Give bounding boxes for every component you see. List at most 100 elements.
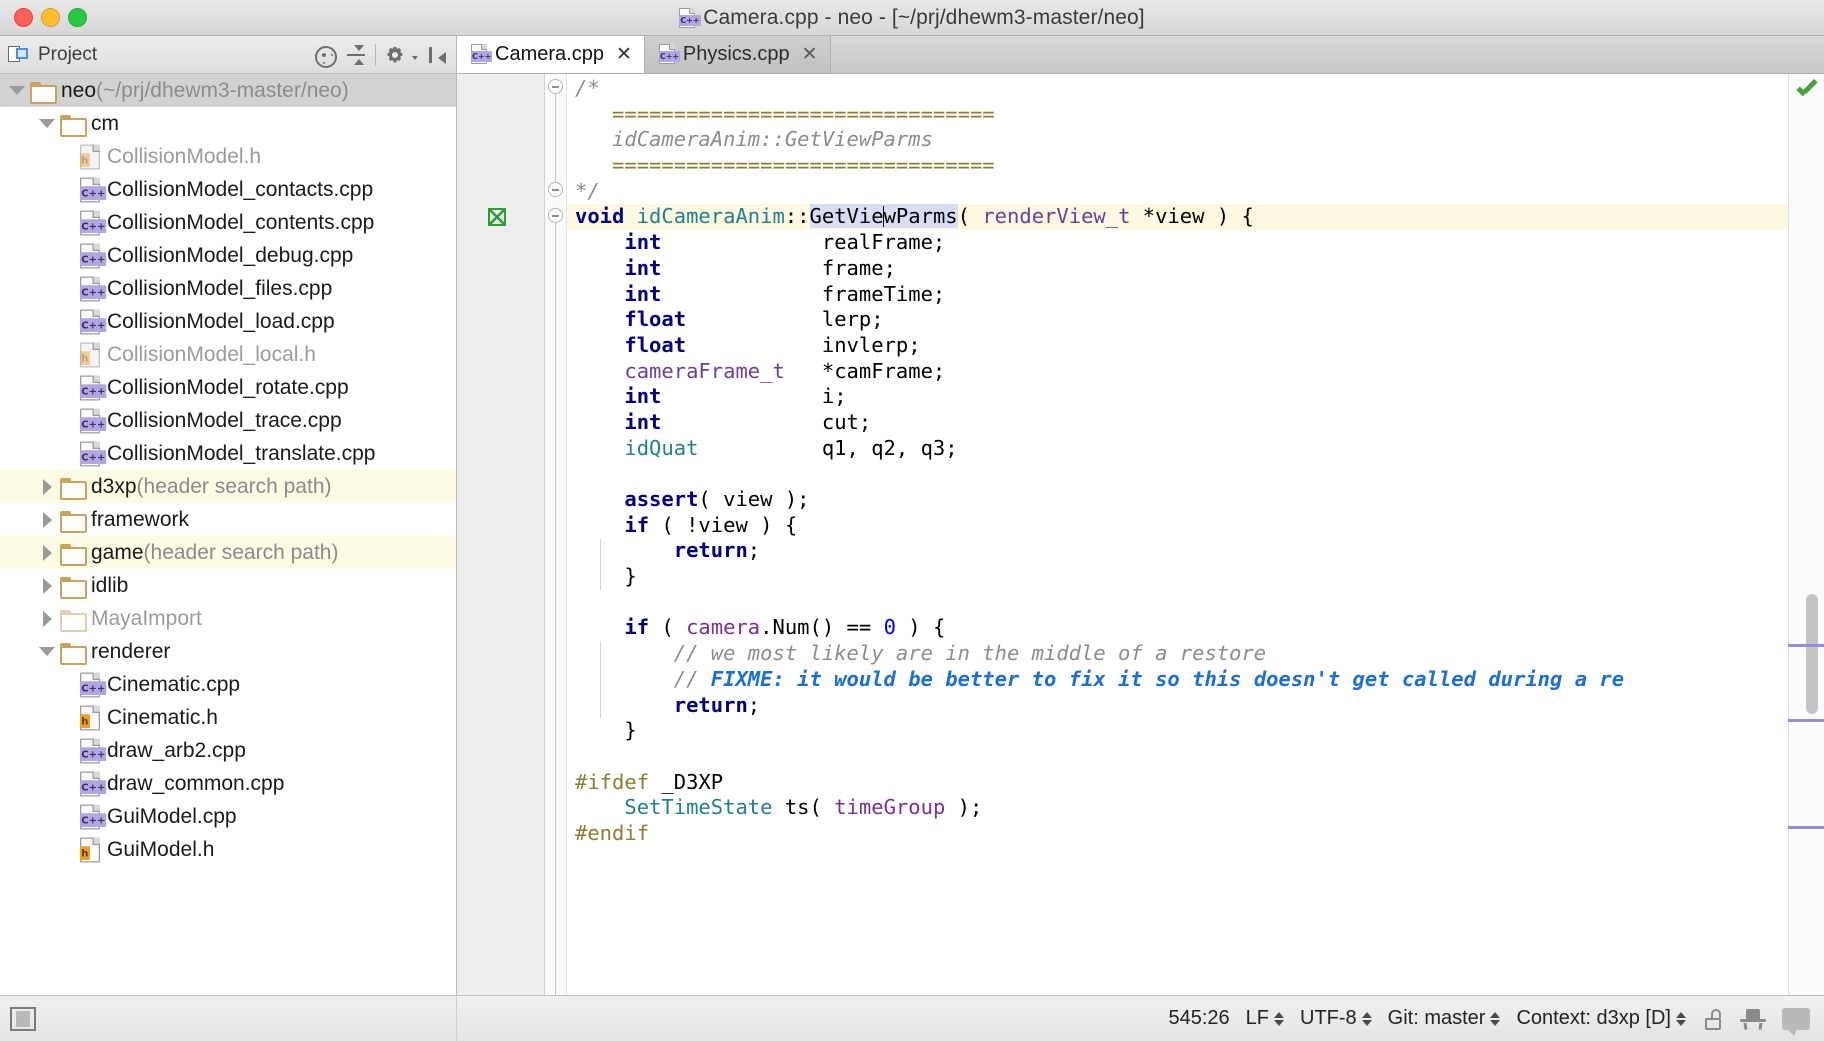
editor-tabbar[interactable]: C++Camera.cpp✕C++Physics.cpp✕	[457, 36, 1824, 74]
tree-file-row[interactable]: C++draw_common.cpp	[0, 767, 456, 800]
chevron-down-icon[interactable]	[4, 86, 30, 95]
usage-marker[interactable]	[1788, 826, 1824, 829]
code-line[interactable]: idCameraAnim::GetViewParms	[567, 127, 1788, 153]
tree-folder-row[interactable]: cm	[0, 107, 456, 140]
usage-marker[interactable]	[1788, 719, 1824, 722]
tree-file-row[interactable]: C++Cinematic.cpp	[0, 668, 456, 701]
code-line[interactable]: if ( camera.Num() == 0 ) {	[567, 615, 1788, 641]
code-folding-column[interactable]	[545, 74, 567, 995]
code-line[interactable]: return;	[567, 538, 1788, 564]
code-line[interactable]: assert( view );	[567, 487, 1788, 513]
notification-bubble-icon[interactable]	[1782, 1008, 1810, 1030]
code-line[interactable]	[567, 590, 1788, 616]
code-line[interactable]: // FIXME: it would be better to fix it s…	[567, 667, 1788, 693]
hector-inspection-icon[interactable]	[1740, 1006, 1766, 1032]
chevron-right-icon[interactable]	[34, 611, 60, 627]
collapse-all-icon[interactable]	[343, 42, 369, 68]
code-line[interactable]: int i;	[567, 384, 1788, 410]
code-line[interactable]: int cut;	[567, 410, 1788, 436]
tab-close-icon[interactable]: ✕	[802, 43, 818, 66]
tree-file-row[interactable]: C++CollisionModel_rotate.cpp	[0, 371, 456, 404]
code-line[interactable]: if ( !view ) {	[567, 513, 1788, 539]
code-line[interactable]	[567, 744, 1788, 770]
tree-node-suffix: (header search path)	[144, 541, 339, 565]
project-tree[interactable]: neo (~/prj/dhewm3-master/neo)cmhCollisio…	[0, 74, 456, 995]
layout-toggle-icon[interactable]	[10, 1007, 36, 1031]
tree-file-row[interactable]: C++draw_arb2.cpp	[0, 734, 456, 767]
code-line[interactable]: ===============================	[567, 153, 1788, 179]
code-line[interactable]: SetTimeState ts( timeGroup );	[567, 795, 1788, 821]
tree-folder-row[interactable]: framework	[0, 503, 456, 536]
code-line[interactable]: int frameTime;	[567, 282, 1788, 308]
code-line[interactable]: void idCameraAnim::GetViewParms( renderV…	[567, 204, 1788, 230]
chevron-right-icon[interactable]	[34, 545, 60, 561]
tab-close-icon[interactable]: ✕	[616, 43, 632, 66]
settings-gear-icon[interactable]	[382, 42, 408, 68]
tree-file-row[interactable]: hGuiModel.h	[0, 833, 456, 866]
code-line[interactable]: /*	[567, 76, 1788, 102]
code-line[interactable]: }	[567, 718, 1788, 744]
code-line[interactable]: }	[567, 564, 1788, 590]
code-line[interactable]: #ifdef _D3XP	[567, 770, 1788, 796]
chevron-right-icon[interactable]	[34, 512, 60, 528]
close-window-button[interactable]	[14, 8, 33, 27]
chevron-right-icon[interactable]	[34, 578, 60, 594]
fold-comment-end-icon[interactable]	[548, 182, 563, 197]
code-content[interactable]: /* =============================== idCam…	[567, 74, 1788, 995]
maximize-window-button[interactable]	[68, 8, 87, 27]
code-line[interactable]: #endif	[567, 821, 1788, 847]
hide-panel-icon[interactable]	[424, 42, 450, 68]
usage-marker[interactable]	[1788, 644, 1824, 647]
tree-folder-row[interactable]: game (header search path)	[0, 536, 456, 569]
tree-file-row[interactable]: C++CollisionModel_contacts.cpp	[0, 173, 456, 206]
chevron-right-icon[interactable]	[34, 479, 60, 495]
tree-file-row[interactable]: C++CollisionModel_translate.cpp	[0, 437, 456, 470]
tree-file-row[interactable]: C++CollisionModel_contents.cpp	[0, 206, 456, 239]
minimize-window-button[interactable]	[41, 8, 60, 27]
tree-file-row[interactable]: C++CollisionModel_load.cpp	[0, 305, 456, 338]
code-line[interactable]: float invlerp;	[567, 333, 1788, 359]
tree-folder-row[interactable]: MayaImport	[0, 602, 456, 635]
tree-folder-row[interactable]: d3xp (header search path)	[0, 470, 456, 503]
code-line[interactable]: return;	[567, 693, 1788, 719]
tree-file-row[interactable]: C++CollisionModel_files.cpp	[0, 272, 456, 305]
code-line[interactable]: cameraFrame_t *camFrame;	[567, 359, 1788, 385]
editor-marker-bar[interactable]	[1788, 74, 1824, 995]
editor-gutter[interactable]	[457, 74, 545, 995]
code-line[interactable]	[567, 461, 1788, 487]
code-line[interactable]: // we most likely are in the middle of a…	[567, 641, 1788, 667]
fold-function-icon[interactable]	[548, 208, 563, 223]
tree-folder-row[interactable]: renderer	[0, 635, 456, 668]
chevron-down-icon[interactable]	[412, 56, 418, 60]
lock-icon[interactable]	[1702, 1007, 1724, 1031]
line-separator-selector[interactable]: LF	[1246, 1007, 1284, 1030]
editor-scrollbar-thumb[interactable]	[1806, 594, 1818, 714]
tree-file-row[interactable]: hCollisionModel_local.h	[0, 338, 456, 371]
chevron-down-icon[interactable]	[34, 647, 60, 656]
editor-tab[interactable]: C++Camera.cpp✕	[457, 35, 645, 73]
caret-position[interactable]: 545:26	[1168, 1007, 1229, 1030]
code-line[interactable]: ===============================	[567, 102, 1788, 128]
bookmark-marker[interactable]	[487, 207, 509, 229]
editor-tab[interactable]: C++Physics.cpp✕	[645, 35, 831, 73]
tree-file-row[interactable]: hCollisionModel.h	[0, 140, 456, 173]
code-line[interactable]: int frame;	[567, 256, 1788, 282]
tree-file-row[interactable]: hCinematic.h	[0, 701, 456, 734]
code-line[interactable]: idQuat q1, q2, q3;	[567, 436, 1788, 462]
tree-file-row[interactable]: C++GuiModel.cpp	[0, 800, 456, 833]
git-branch-selector[interactable]: Git: master	[1388, 1007, 1501, 1030]
code-line[interactable]: */	[567, 179, 1788, 205]
tree-folder-row[interactable]: neo (~/prj/dhewm3-master/neo)	[0, 74, 456, 107]
window-controls[interactable]	[0, 8, 87, 27]
context-selector[interactable]: Context: d3xp [D]	[1516, 1007, 1686, 1030]
tree-file-row[interactable]: C++CollisionModel_debug.cpp	[0, 239, 456, 272]
scroll-from-source-icon[interactable]	[311, 42, 337, 68]
tree-folder-row[interactable]: idlib	[0, 569, 456, 602]
code-line[interactable]: float lerp;	[567, 307, 1788, 333]
encoding-selector[interactable]: UTF-8	[1300, 1007, 1372, 1030]
chevron-down-icon[interactable]	[34, 119, 60, 128]
cpp-file-icon: C++	[80, 441, 100, 466]
fold-comment-icon[interactable]	[548, 79, 563, 94]
tree-file-row[interactable]: C++CollisionModel_trace.cpp	[0, 404, 456, 437]
code-line[interactable]: int realFrame;	[567, 230, 1788, 256]
